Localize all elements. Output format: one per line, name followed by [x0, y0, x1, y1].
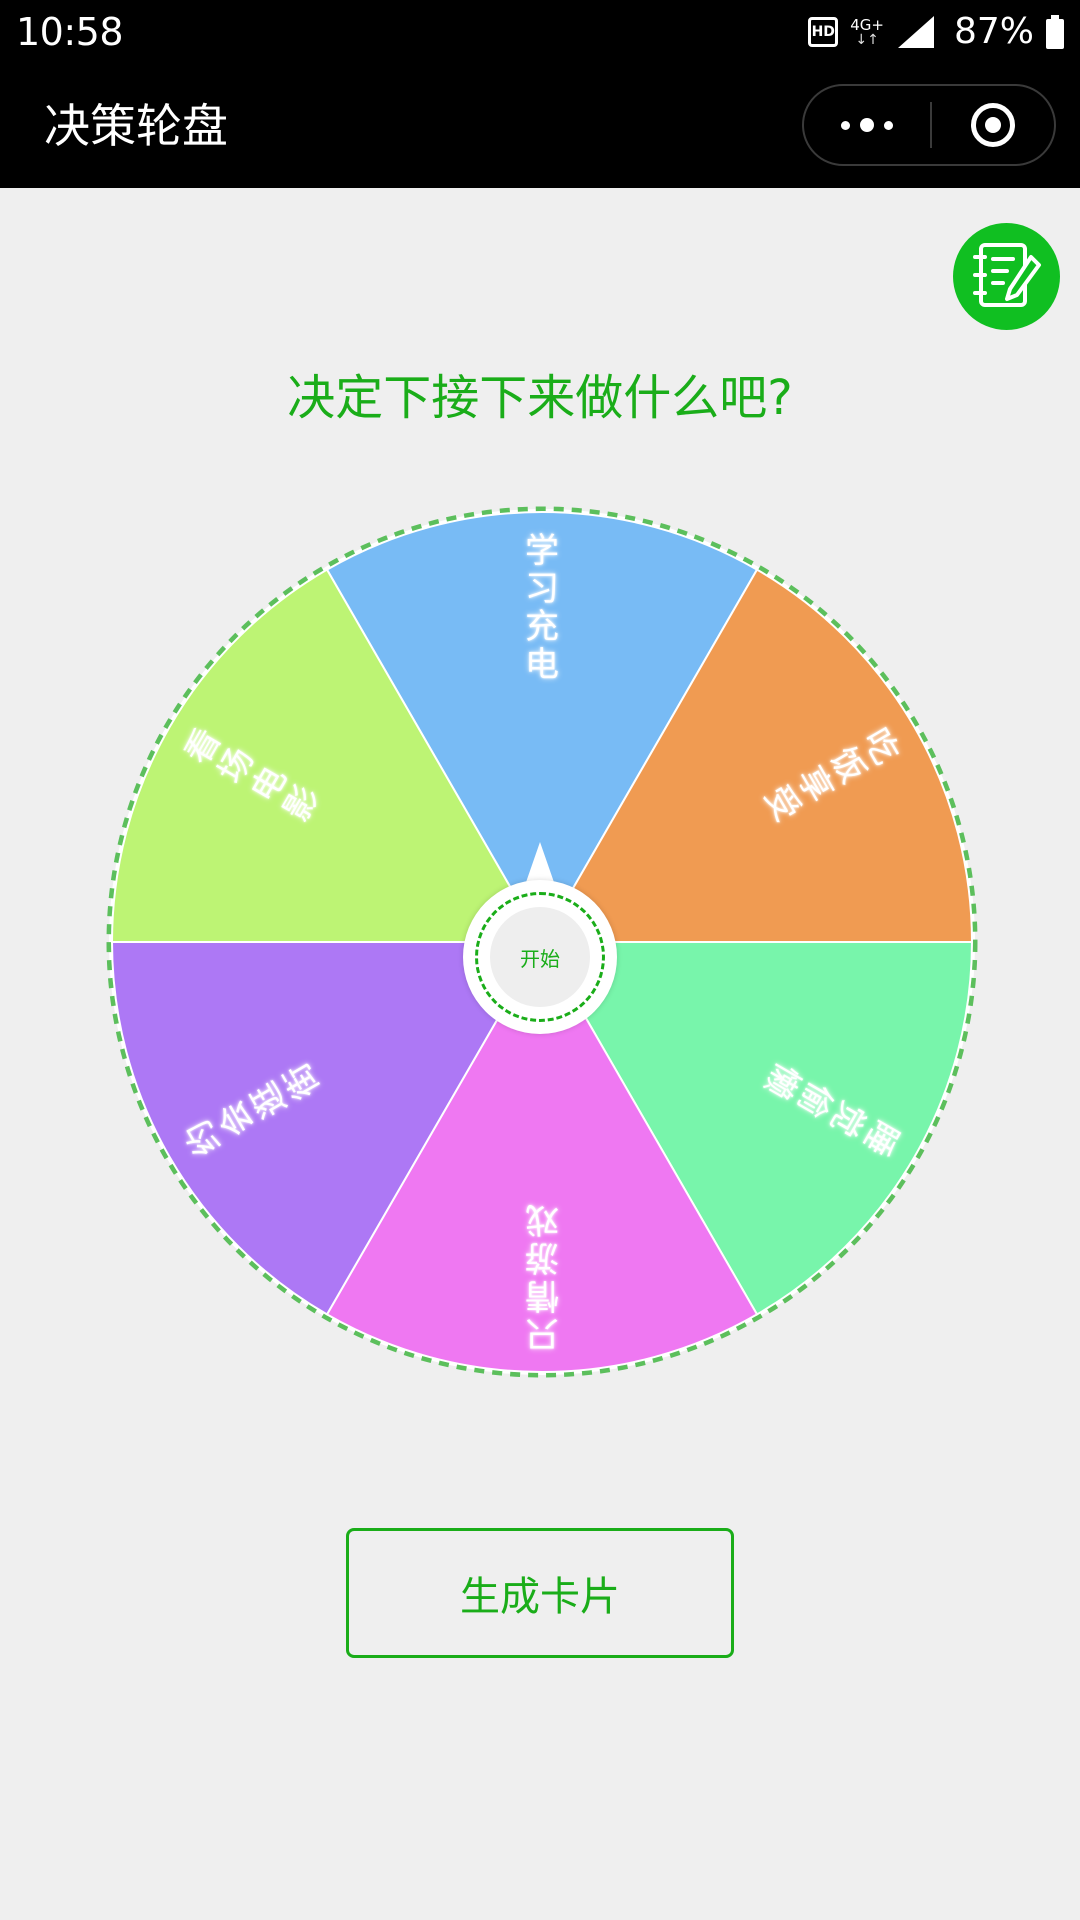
target-icon [971, 103, 1015, 147]
signal-icon [897, 16, 934, 48]
mini-program-capsule [802, 84, 1056, 166]
status-indicators: HD 4G+ ↓↑ 87% [808, 8, 1064, 56]
prize-label-text: 睡觉偷懒 [756, 1055, 907, 1163]
status-bar: 10:58 HD 4G+ ↓↑ 87% [0, 0, 1080, 64]
page-title: 决策轮盘 [44, 99, 228, 153]
start-label: 开始 [490, 907, 590, 1007]
battery-percent: 87% [953, 11, 1034, 52]
hd-icon: HD [808, 17, 839, 47]
more-dots-icon [841, 120, 850, 130]
record-button[interactable] [953, 223, 1060, 330]
prize-label-text: 看场电影 [177, 721, 328, 829]
prize-label-text: 学习充电 [525, 531, 559, 685]
notebook-pen-icon [973, 243, 1041, 307]
close-button[interactable] [932, 86, 1054, 164]
network-icon: 4G+ ↓↑ [850, 17, 884, 47]
title-bar: 决策轮盘 [0, 64, 1080, 188]
status-time: 10:58 [16, 10, 124, 54]
prize-label-text: 只情游戏 [525, 1199, 559, 1353]
generate-card-button[interactable]: 生成卡片 [346, 1528, 734, 1658]
prize-label-text: 约会逛街 [177, 1055, 328, 1163]
network-type: 4G+ [850, 16, 884, 34]
battery-icon [1046, 15, 1064, 49]
network-arrows: ↓↑ [855, 32, 879, 48]
prize-label-text: 吃饭享受 [756, 721, 907, 829]
more-button[interactable] [804, 86, 930, 164]
start-button[interactable]: 开始 [463, 880, 617, 1034]
wheel-heading: 决定下接下来做什么吧? [287, 370, 793, 426]
